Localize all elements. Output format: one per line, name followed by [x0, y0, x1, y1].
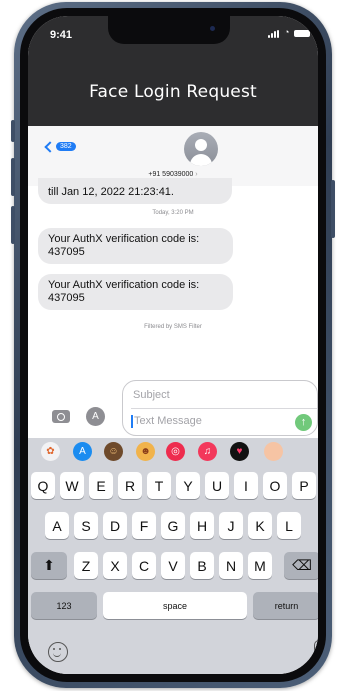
key-s[interactable]: S — [74, 512, 98, 539]
app-store-icon[interactable]: A — [73, 442, 92, 461]
keyboard-bottom-bar — [28, 632, 318, 674]
message-placeholder[interactable]: Text Message — [134, 415, 202, 427]
message-bubble[interactable]: Your AuthX verification code is: 437095 — [38, 228, 233, 264]
chevron-left-icon — [44, 140, 56, 153]
volume-down-button — [11, 206, 15, 244]
message-thread: till Jan 12, 2022 21:23:41. Today, 3:20 … — [28, 178, 318, 386]
text-cursor — [131, 415, 133, 428]
message-field[interactable]: Subject Text Message ↑ — [122, 380, 318, 436]
key-z[interactable]: Z — [74, 552, 98, 579]
message-composer: A Subject Text Message ↑ — [28, 376, 318, 438]
subject-placeholder[interactable]: Subject — [133, 389, 170, 401]
volume-up-button — [11, 158, 15, 196]
status-area: 9:41 ◔ Face Login Request — [28, 16, 318, 126]
wifi-icon: ◔ — [284, 27, 290, 37]
return-key[interactable]: return — [253, 592, 318, 619]
backspace-icon: ⌫ — [292, 557, 312, 573]
music-icon[interactable]: ♫ — [198, 442, 217, 461]
message-timestamp: Today, 3:20 PM — [152, 210, 194, 216]
key-y[interactable]: Y — [176, 472, 200, 499]
digital-touch-icon[interactable]: ♥ — [230, 442, 249, 461]
battery-icon — [294, 30, 310, 37]
backspace-key[interactable]: ⌫ — [284, 552, 318, 579]
shift-icon: ⬆ — [43, 557, 55, 573]
keyboard: ✿ A ☺ ☻ ◎ ♫ ♥ QWERTYUIOP ASDFGHJKL ⬆ ⌫ ZXCVBNM… — [28, 438, 318, 674]
key-t[interactable]: T — [147, 472, 171, 499]
key-p[interactable]: P — [292, 472, 316, 499]
field-divider — [131, 408, 317, 409]
notch — [108, 16, 230, 44]
key-i[interactable]: I — [234, 472, 258, 499]
space-key[interactable]: space — [103, 592, 247, 619]
key-h[interactable]: H — [190, 512, 214, 539]
key-g[interactable]: G — [161, 512, 185, 539]
more-apps-icon[interactable] — [264, 442, 283, 461]
key-q[interactable]: Q — [31, 472, 55, 499]
key-a[interactable]: A — [45, 512, 69, 539]
phone-screen: 9:41 ◔ Face Login Request 382 +91 590390… — [28, 16, 318, 674]
phone-bezel: 9:41 ◔ Face Login Request 382 +91 590390… — [20, 8, 326, 682]
search-images-icon[interactable]: ◎ — [166, 442, 185, 461]
key-w[interactable]: W — [60, 472, 84, 499]
key-x[interactable]: X — [103, 552, 127, 579]
person-body-icon — [190, 154, 212, 166]
status-time: 9:41 — [50, 29, 73, 41]
memoji-icon[interactable]: ☺ — [104, 442, 123, 461]
key-v[interactable]: V — [161, 552, 185, 579]
key-c[interactable]: C — [132, 552, 156, 579]
key-r[interactable]: R — [118, 472, 142, 499]
photos-app-icon[interactable]: ✿ — [41, 442, 60, 461]
memoji-sticker-icon[interactable]: ☻ — [136, 442, 155, 461]
numbers-key[interactable]: 123 — [31, 592, 97, 619]
microphone-icon[interactable] — [314, 640, 318, 661]
app-store-icon[interactable]: A — [86, 407, 105, 426]
key-f[interactable]: F — [132, 512, 156, 539]
key-b[interactable]: B — [190, 552, 214, 579]
chevron-right-icon: › — [195, 171, 198, 178]
phone-frame: 9:41 ◔ Face Login Request 382 +91 590390… — [11, 2, 335, 688]
silent-switch — [11, 120, 15, 142]
key-n[interactable]: N — [219, 552, 243, 579]
back-button[interactable]: 382 — [44, 140, 76, 153]
key-o[interactable]: O — [263, 472, 287, 499]
front-camera — [210, 26, 215, 31]
contact-avatar[interactable] — [184, 132, 218, 166]
key-m[interactable]: M — [248, 552, 272, 579]
key-k[interactable]: K — [248, 512, 272, 539]
key-l[interactable]: L — [277, 512, 301, 539]
key-u[interactable]: U — [205, 472, 229, 499]
overlay-title: Face Login Request — [89, 82, 257, 102]
message-bubble[interactable]: till Jan 12, 2022 21:23:41. — [38, 178, 232, 204]
cellular-signal-icon — [268, 30, 281, 38]
emoji-icon[interactable] — [48, 642, 68, 662]
unread-count-badge: 382 — [56, 142, 76, 151]
sms-filter-note: Filtered by SMS Filter — [144, 324, 202, 330]
contact-number-text: +91 59039000 — [148, 171, 194, 178]
message-bubble[interactable]: Your AuthX verification code is: 437095 — [38, 274, 233, 310]
shift-key[interactable]: ⬆ — [31, 552, 67, 579]
key-d[interactable]: D — [103, 512, 127, 539]
person-head-icon — [195, 139, 207, 151]
key-e[interactable]: E — [89, 472, 113, 499]
imessage-app-strip: ✿ A ☺ ☻ ◎ ♫ ♥ — [28, 438, 318, 464]
contact-number[interactable]: +91 59039000 › — [28, 171, 318, 178]
key-j[interactable]: J — [219, 512, 243, 539]
arrow-up-icon[interactable]: ↑ — [295, 414, 312, 431]
camera-icon[interactable] — [52, 410, 70, 423]
power-button — [331, 180, 335, 238]
